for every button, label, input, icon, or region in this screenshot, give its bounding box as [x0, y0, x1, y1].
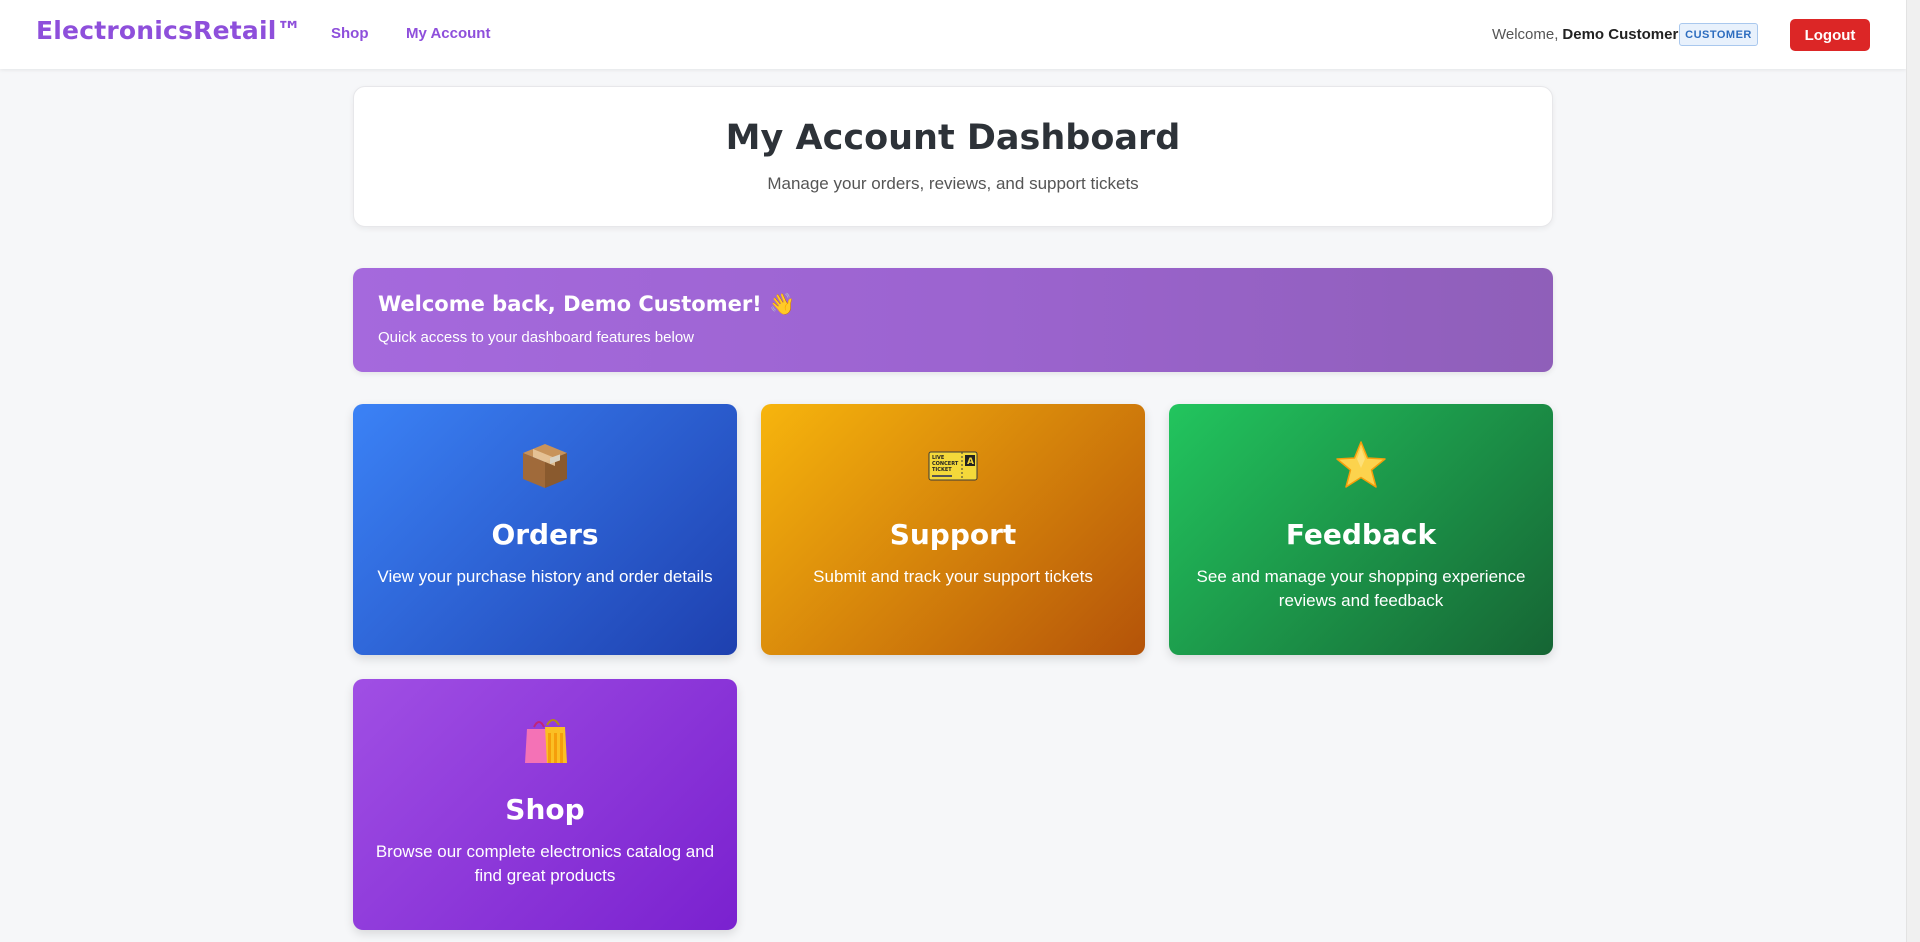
- support-card-description: Submit and track your support tickets: [813, 567, 1093, 586]
- logout-button[interactable]: Logout: [1790, 19, 1870, 51]
- welcome-text: Welcome, Demo Customer: [1492, 26, 1678, 43]
- page-title: My Account Dashboard: [725, 118, 1181, 158]
- feedback-card[interactable]: Feedback See and manage your shopping ex…: [1169, 404, 1553, 655]
- top-navbar: ElectronicsRetail™ Shop My Account Welco…: [0, 0, 1906, 69]
- orders-card[interactable]: Orders View your purchase history and or…: [353, 404, 737, 655]
- dashboard-header: My Account Dashboard Manage your orders,…: [353, 86, 1553, 227]
- welcome-banner: Welcome back, Demo Customer! 👋 Quick acc…: [353, 268, 1553, 372]
- page-subtitle: Manage your orders, reviews, and support…: [767, 174, 1139, 193]
- shop-card-description: Browse our complete electronics catalog …: [375, 842, 715, 885]
- user-name: Demo Customer: [1562, 26, 1679, 43]
- feedback-card-description: See and manage your shopping experience …: [1196, 567, 1526, 610]
- nav-link-my-account[interactable]: My Account: [406, 25, 490, 42]
- banner-title: Welcome back, Demo Customer! 👋: [378, 292, 796, 316]
- orders-card-title: Orders: [491, 518, 599, 551]
- banner-subtitle: Quick access to your dashboard features …: [378, 329, 695, 346]
- package-icon: [523, 444, 567, 488]
- welcome-prefix: Welcome,: [1492, 26, 1559, 43]
- shop-card[interactable]: Shop Browse our complete electronics cat…: [353, 679, 737, 930]
- shop-card-title: Shop: [505, 793, 585, 826]
- page-scrollbar[interactable]: [1906, 0, 1920, 942]
- star-icon: [1336, 441, 1386, 488]
- support-card-title: Support: [889, 518, 1017, 551]
- brand-logo[interactable]: ElectronicsRetail™: [36, 16, 302, 45]
- feedback-card-title: Feedback: [1285, 518, 1437, 551]
- shopping-bags-icon: [525, 719, 567, 763]
- ticket-text-ticket: TICKET: [932, 467, 952, 473]
- ticket-icon: LIVE CONCERT TICKET A: [928, 451, 978, 481]
- orders-card-description: View your purchase history and order det…: [377, 567, 713, 586]
- ticket-text-a: A: [967, 457, 974, 467]
- nav-link-shop[interactable]: Shop: [331, 25, 369, 42]
- role-badge: CUSTOMER: [1679, 23, 1758, 46]
- support-card[interactable]: LIVE CONCERT TICKET A Support Submit and…: [761, 404, 1145, 655]
